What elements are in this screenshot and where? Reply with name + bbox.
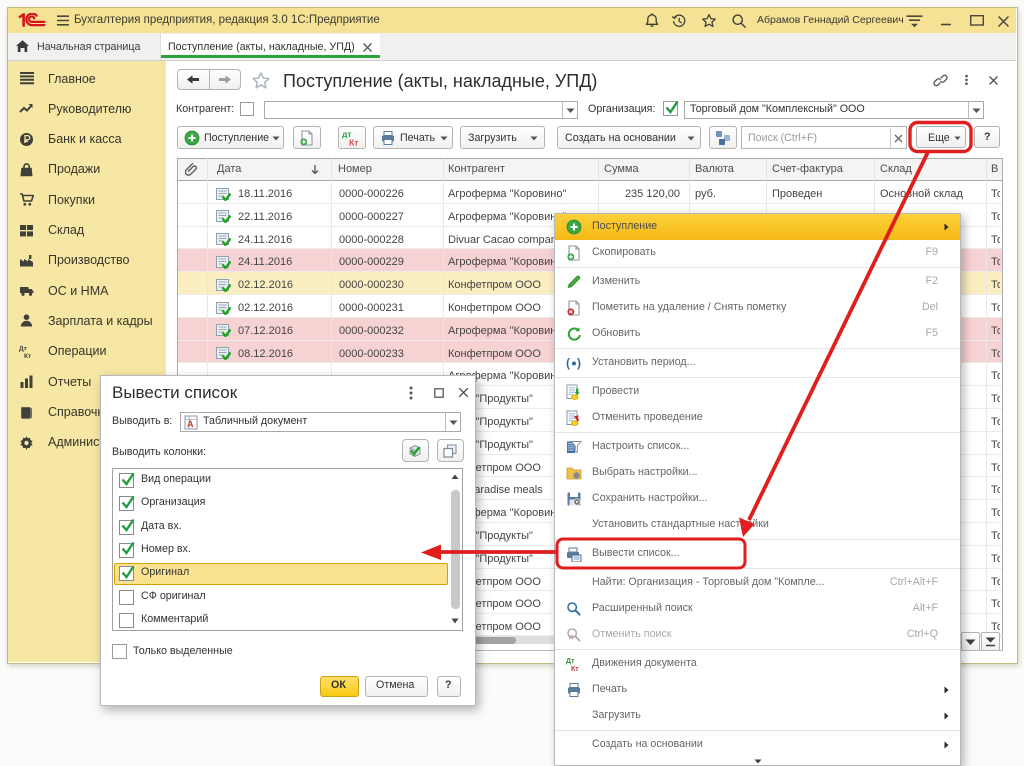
svg-text:): ): [577, 356, 581, 370]
svg-text:Кт: Кт: [571, 666, 579, 672]
svg-text:Кт: Кт: [24, 353, 31, 359]
svg-text:Дт: Дт: [19, 346, 27, 353]
svg-text:A: A: [187, 419, 194, 429]
svg-text:Дт: Дт: [566, 658, 575, 665]
svg-text:Кт: Кт: [349, 138, 358, 148]
svg-text:(: (: [566, 356, 570, 370]
